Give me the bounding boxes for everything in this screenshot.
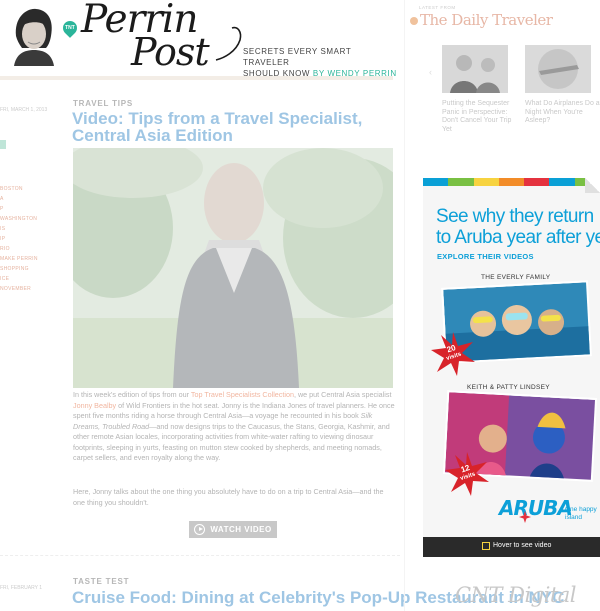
article-title[interactable]: Video: Tips from a Travel Specialist, Ce… [72, 110, 402, 144]
sidebar-link[interactable]: IS [0, 226, 5, 232]
article-title-line1[interactable]: Video: Tips from a Travel Specialist, [72, 110, 402, 127]
aruba-star-icon [519, 511, 531, 523]
stripe-segment [549, 178, 575, 186]
stripe-segment [524, 178, 550, 186]
aruba-ad[interactable]: See why they return to Aruba year after … [423, 178, 600, 557]
video-player[interactable] [73, 148, 393, 388]
sidebar-link[interactable]: BOSTON [0, 186, 23, 192]
logo-post[interactable]: Post [131, 33, 210, 71]
story-thumbnail[interactable] [442, 45, 508, 93]
sidebar-link[interactable]: MAKE PERRIN [0, 256, 38, 262]
ad-family-label: THE EVERLY FAMILY [481, 274, 551, 281]
sidebar-link[interactable]: P [0, 206, 4, 212]
sidebar-date: FRI, MARCH 1, 2013 [0, 107, 48, 113]
story-thumbnail[interactable] [525, 45, 591, 93]
header-rule [0, 76, 393, 80]
sidebar-link[interactable]: IP [0, 236, 5, 242]
ad-family-label: KEITH & PATTY LINDSEY [467, 384, 550, 391]
article-body: In this week's edition of tips from our … [73, 390, 395, 464]
ad-explore-link[interactable]: EXPLORE THEIR VIDEOS [437, 252, 534, 261]
daily-traveler-icon [410, 17, 418, 25]
body-text: In this week's edition of tips from our [73, 390, 191, 399]
ad-headline-line1[interactable]: See why they return [436, 206, 600, 227]
carousel-prev-icon[interactable]: ‹ [429, 67, 432, 77]
daily-traveler-logo[interactable]: The Daily Traveler [420, 11, 553, 29]
article-kicker[interactable]: TRAVEL TIPS [73, 99, 133, 108]
sidebar-link[interactable]: RIO [0, 246, 10, 252]
sidebar-link[interactable]: NOVEMBER [0, 286, 31, 292]
sidebar-link[interactable]: SHOPPING [0, 266, 29, 272]
stripe-segment [423, 178, 449, 186]
watch-video-label: WATCH VIDEO [210, 525, 272, 534]
sidebar-date: FRI, FEBRUARY 1 [0, 585, 43, 591]
site-header: TNT Perrin Post SECRETS EVERY SMART TRAV… [0, 0, 400, 82]
stripe-segment [473, 178, 499, 186]
cnt-digital-logo[interactable]: CNT Digital [455, 583, 577, 607]
sidebar-link[interactable]: A [0, 196, 4, 202]
ad-headline[interactable]: See why they return to Aruba year after … [436, 206, 600, 248]
ad-color-stripe [423, 178, 600, 186]
stripe-segment [498, 178, 525, 186]
aruba-tagline-line1: One happy [565, 506, 597, 513]
body-text: of Wild Frontiers in the hot seat. Jonny… [73, 400, 395, 421]
post-divider [0, 555, 400, 556]
story-caption[interactable]: Putting the Sequester Panic in Perspecti… [442, 100, 522, 134]
hover-video-label: Hover to see video [493, 542, 552, 549]
sidebar-tag[interactable] [0, 140, 6, 149]
article-title-line2[interactable]: Central Asia Edition [72, 127, 402, 144]
aruba-tagline-line2: island [565, 514, 582, 521]
body-text: , we put Central Asia specialist [293, 390, 392, 399]
tagline-line1: SECRETS EVERY SMART TRAVELER [243, 47, 352, 67]
play-icon [194, 524, 206, 535]
story-caption[interactable]: What Do Airplanes Do at Night When You'r… [525, 100, 600, 126]
tagline: SECRETS EVERY SMART TRAVELER SHOULD KNOW… [243, 46, 400, 79]
specialists-link[interactable]: Top Travel Specialists Collection [191, 390, 294, 399]
watch-video-button[interactable]: WATCH VIDEO [189, 521, 277, 538]
stripe-segment [448, 178, 474, 186]
tnt-badge: TNT [60, 18, 80, 38]
aruba-logo[interactable]: ARUBA [499, 496, 573, 520]
ad-headline-line2[interactable]: to Aruba year after year [436, 227, 600, 248]
sidebar-link[interactable]: WASHINGTON [0, 216, 37, 222]
latest-from-label: LATEST FROM [419, 5, 456, 10]
aruba-tagline: One happy island [565, 506, 597, 522]
sidebar-link[interactable]: ICE [0, 276, 9, 282]
logo-swirl-icon [215, 26, 242, 61]
specialist-name-link[interactable]: Jonny Bealby [73, 401, 116, 410]
article-body-p2: Here, Jonny talks about the one thing yo… [73, 487, 384, 507]
article2-kicker[interactable]: TASTE TEST [73, 577, 129, 586]
hover-video-icon [482, 542, 490, 550]
author-avatar[interactable] [8, 6, 58, 66]
ad-corner [585, 178, 600, 193]
